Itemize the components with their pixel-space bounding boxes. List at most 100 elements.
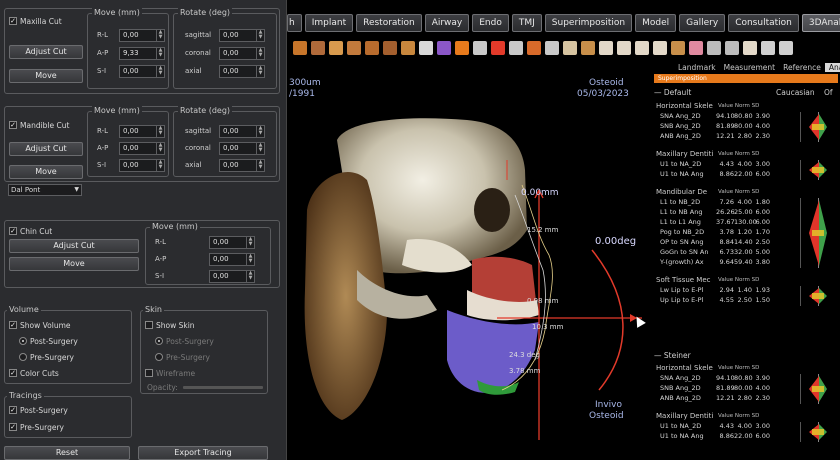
maxilla-coronal-input[interactable]: 0,00 ▲ ▼ bbox=[219, 46, 265, 60]
volume-post-radio[interactable]: Post-Surgery bbox=[19, 335, 78, 347]
maxilla-sagittal-input[interactable]: 0,00 ▲ ▼ bbox=[219, 28, 265, 42]
tab-3danalysis[interactable]: 3DAnalysis bbox=[801, 14, 840, 32]
spin-arrows-icon[interactable]: ▲ ▼ bbox=[256, 65, 264, 77]
spin-arrows-icon[interactable]: ▲ ▼ bbox=[246, 270, 254, 282]
tab-implant[interactable]: Implant bbox=[304, 14, 354, 32]
tooth-icon[interactable] bbox=[653, 41, 667, 55]
skull-left-icon[interactable] bbox=[383, 41, 397, 55]
tab-consultation[interactable]: Consultation bbox=[728, 14, 799, 32]
save-icon[interactable] bbox=[779, 41, 793, 55]
tab-gallery[interactable]: Gallery bbox=[679, 14, 726, 32]
measurement-row[interactable]: U1 to NA Ang 8.86 22.00 6.00 bbox=[660, 432, 770, 440]
color-cuts-checkbox[interactable]: ✓ Color Cuts bbox=[9, 367, 59, 379]
spin-arrows-icon[interactable]: ▲ ▼ bbox=[156, 125, 164, 137]
tab-h[interactable]: h bbox=[287, 14, 302, 32]
tooth-icon[interactable] bbox=[419, 41, 433, 55]
tab-superimposition[interactable]: Superimposition bbox=[544, 14, 633, 32]
measurement-row[interactable]: L1 to NB_2D 7.26 4.00 1.80 bbox=[660, 198, 770, 206]
measurement-row[interactable]: SNB Ang_2D 81.89 80.00 4.00 bbox=[660, 122, 770, 130]
measurement-row[interactable]: Y-(growth) Ax 9.64 59.40 3.80 bbox=[660, 258, 770, 266]
brain-icon[interactable] bbox=[689, 41, 703, 55]
superimposition-bar[interactable]: Superimposition bbox=[654, 74, 838, 83]
skull-front-icon[interactable] bbox=[293, 41, 307, 55]
measurement-row[interactable]: GoGn to SN An 6.73 32.00 5.00 bbox=[660, 248, 770, 256]
chin-ap-input[interactable]: 0,00 ▲ ▼ bbox=[209, 252, 255, 266]
maxilla-axial-input[interactable]: 0,00 ▲ ▼ bbox=[219, 64, 265, 78]
measurement-row[interactable]: Lw Lip to E-Pl 2.94 1.40 1.93 bbox=[660, 286, 770, 294]
grid-icon[interactable] bbox=[545, 41, 559, 55]
measurement-row[interactable]: SNA Ang_2D 94.10 80.80 3.90 bbox=[660, 374, 770, 382]
spin-arrows-icon[interactable]: ▲ ▼ bbox=[256, 125, 264, 137]
tab-restoration[interactable]: Restoration bbox=[356, 14, 422, 32]
3d-viewport[interactable]: 300um /1991 Osteoid 05/03/2023 0.00deg 0… bbox=[287, 60, 652, 460]
mandible-rl-input[interactable]: 0,00 ▲ ▼ bbox=[119, 124, 165, 138]
maxilla-si-input[interactable]: 0,00 ▲ ▼ bbox=[119, 64, 165, 78]
measurement-row[interactable]: L1 to L1 Ang 37.67 130.00 6.00 bbox=[660, 218, 770, 226]
measurement-row[interactable]: Up Lip to E-Pl 4.55 2.50 1.50 bbox=[660, 296, 770, 304]
dal-pont-select[interactable]: Dal Pont ▼ bbox=[8, 184, 82, 196]
curve-icon[interactable] bbox=[509, 41, 523, 55]
spin-arrows-icon[interactable]: ▲ ▼ bbox=[246, 253, 254, 265]
spin-arrows-icon[interactable]: ▲ ▼ bbox=[256, 142, 264, 154]
line-icon[interactable] bbox=[491, 41, 505, 55]
mandible-cut-checkbox[interactable]: ✓ Mandible Cut bbox=[9, 119, 69, 131]
tracings-post-checkbox[interactable]: ✓ Post-Surgery bbox=[9, 404, 68, 416]
tooth-icon[interactable] bbox=[617, 41, 631, 55]
spin-arrows-icon[interactable]: ▲ ▼ bbox=[156, 159, 164, 171]
tab-endo[interactable]: Endo bbox=[472, 14, 509, 32]
polygon-icon[interactable] bbox=[527, 41, 541, 55]
measurement-row[interactable]: U1 to NA Ang 8.86 22.00 6.00 bbox=[660, 170, 770, 178]
mandible-si-input[interactable]: 0,00 ▲ ▼ bbox=[119, 158, 165, 172]
ruler-icon[interactable] bbox=[455, 41, 469, 55]
measurement-row[interactable]: L1 to NB Ang 26.26 25.00 6.00 bbox=[660, 208, 770, 216]
measurement-row[interactable]: ANB Ang_2D 12.21 2.80 2.30 bbox=[660, 132, 770, 140]
spin-arrows-icon[interactable]: ▲ ▼ bbox=[246, 236, 254, 248]
skull-back-icon[interactable] bbox=[347, 41, 361, 55]
reset-button[interactable]: Reset bbox=[4, 446, 130, 460]
measurement-row[interactable]: OP to SN Ang 8.84 14.40 2.50 bbox=[660, 238, 770, 246]
show-skin-checkbox[interactable]: Show Skin bbox=[145, 319, 195, 331]
spin-arrows-icon[interactable]: ▲ ▼ bbox=[256, 47, 264, 59]
analysis-tab-landmark[interactable]: Landmark bbox=[674, 63, 720, 72]
tab-model[interactable]: Model bbox=[635, 14, 677, 32]
show-volume-checkbox[interactable]: ✓ Show Volume bbox=[9, 319, 71, 331]
steiner-section-title[interactable]: — Steiner bbox=[654, 351, 691, 360]
landmark-icon[interactable] bbox=[437, 41, 451, 55]
chin-cut-checkbox[interactable]: ✓ Chin Cut bbox=[9, 225, 52, 237]
spin-arrows-icon[interactable]: ▲ ▼ bbox=[256, 29, 264, 41]
tracings-pre-checkbox[interactable]: ✓ Pre-Surgery bbox=[9, 421, 64, 433]
analysis-tab-analysis[interactable]: Analysis bbox=[824, 62, 840, 72]
gear-icon[interactable] bbox=[761, 41, 775, 55]
angle-icon[interactable] bbox=[473, 41, 487, 55]
spin-arrows-icon[interactable]: ▲ ▼ bbox=[156, 65, 164, 77]
mandible-sagittal-input[interactable]: 0,00 ▲ ▼ bbox=[219, 124, 265, 138]
mandible-adjust-cut-button[interactable]: Adjust Cut bbox=[9, 142, 83, 156]
spin-arrows-icon[interactable]: ▲ ▼ bbox=[156, 29, 164, 41]
chin-rl-input[interactable]: 0,00 ▲ ▼ bbox=[209, 235, 255, 249]
skull-top-icon[interactable] bbox=[329, 41, 343, 55]
box-icon[interactable] bbox=[707, 41, 721, 55]
mandible-ap-input[interactable]: 0,00 ▲ ▼ bbox=[119, 141, 165, 155]
tooth-icon[interactable] bbox=[599, 41, 613, 55]
skin-post-radio[interactable]: Post-Surgery bbox=[155, 335, 214, 347]
maxilla-cut-checkbox[interactable]: ✓ Maxilla Cut bbox=[9, 15, 62, 27]
maxilla-adjust-cut-button[interactable]: Adjust Cut bbox=[9, 45, 83, 59]
maxilla-move-button[interactable]: Move bbox=[9, 69, 83, 83]
measurement-row[interactable]: U1 to NA_2D 4.43 4.00 3.00 bbox=[660, 160, 770, 168]
skin-pre-radio[interactable]: Pre-Surgery bbox=[155, 351, 210, 363]
default-section-title[interactable]: — Default bbox=[654, 88, 691, 97]
tab-airway[interactable]: Airway bbox=[424, 14, 470, 32]
spin-arrows-icon[interactable]: ▲ ▼ bbox=[156, 47, 164, 59]
measurement-row[interactable]: SNA Ang_2D 94.10 80.80 3.90 bbox=[660, 112, 770, 120]
spin-arrows-icon[interactable]: ▲ ▼ bbox=[156, 142, 164, 154]
analysis-tab-measurement[interactable]: Measurement bbox=[720, 63, 780, 72]
spin-arrows-icon[interactable]: ▲ ▼ bbox=[256, 159, 264, 171]
mandible-move-button[interactable]: Move bbox=[9, 165, 83, 179]
tooth-icon[interactable] bbox=[743, 41, 757, 55]
measurement-row[interactable]: Pog to NB_2D 3.78 1.20 1.70 bbox=[660, 228, 770, 236]
chin-si-input[interactable]: 0,00 ▲ ▼ bbox=[209, 269, 255, 283]
measurement-row[interactable]: ANB Ang_2D 12.21 2.80 2.30 bbox=[660, 394, 770, 402]
palette-icon[interactable] bbox=[563, 41, 577, 55]
measurement-row[interactable]: U1 to NA_2D 4.43 4.00 3.00 bbox=[660, 422, 770, 430]
tab-tmj[interactable]: TMJ bbox=[511, 14, 542, 32]
